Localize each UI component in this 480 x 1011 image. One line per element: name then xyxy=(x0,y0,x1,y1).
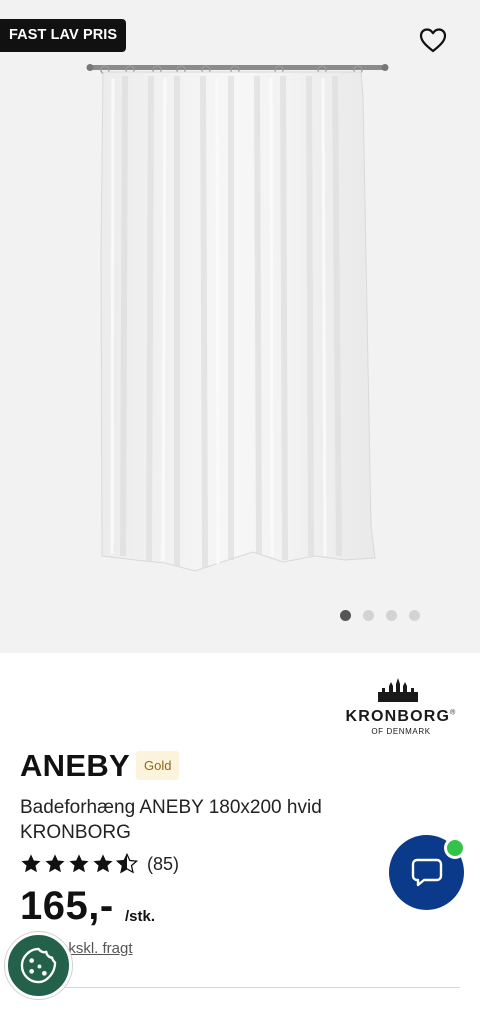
online-indicator xyxy=(444,837,466,859)
carousel-dot-1[interactable] xyxy=(340,609,351,621)
heart-outline-icon[interactable] xyxy=(418,26,448,54)
cookie-icon xyxy=(20,947,57,984)
rating[interactable]: (85) xyxy=(20,853,179,875)
star-full-icon xyxy=(93,854,113,873)
carousel-dots xyxy=(340,608,420,622)
star-full-icon xyxy=(45,854,65,873)
star-full-icon xyxy=(69,854,89,873)
product-gallery[interactable]: FAST LAV PRIS xyxy=(0,0,480,653)
carousel-dot-3[interactable] xyxy=(386,609,397,621)
shower-curtain-image xyxy=(86,64,389,572)
brand-name: KRONBORG® xyxy=(345,708,457,725)
chat-bubble-icon xyxy=(411,858,443,887)
freight-link[interactable]: ekskl. fragt xyxy=(60,940,133,957)
brand-tagline: OF DENMARK xyxy=(371,727,431,736)
price: 165,- xyxy=(20,884,114,928)
carousel-dot-2[interactable] xyxy=(363,609,374,621)
star-full-icon xyxy=(21,854,41,873)
price-unit: /stk. xyxy=(125,908,156,925)
product-title: ANEBY xyxy=(20,748,131,783)
rating-stars xyxy=(20,853,138,875)
star-half-icon xyxy=(116,853,138,874)
divider xyxy=(65,987,460,988)
brand-logo[interactable]: KRONBORG® OF DENMARK xyxy=(338,676,464,738)
tier-badge: Gold xyxy=(136,751,180,780)
castle-skyline-icon xyxy=(378,678,418,702)
cookie-settings-button[interactable] xyxy=(5,932,72,999)
review-count: (85) xyxy=(147,853,180,874)
price-badge: FAST LAV PRIS xyxy=(0,19,127,52)
product-description: Badeforhæng ANEBY 180x200 hvid KRONBORG xyxy=(20,797,322,843)
carousel-dot-4[interactable] xyxy=(409,609,420,621)
